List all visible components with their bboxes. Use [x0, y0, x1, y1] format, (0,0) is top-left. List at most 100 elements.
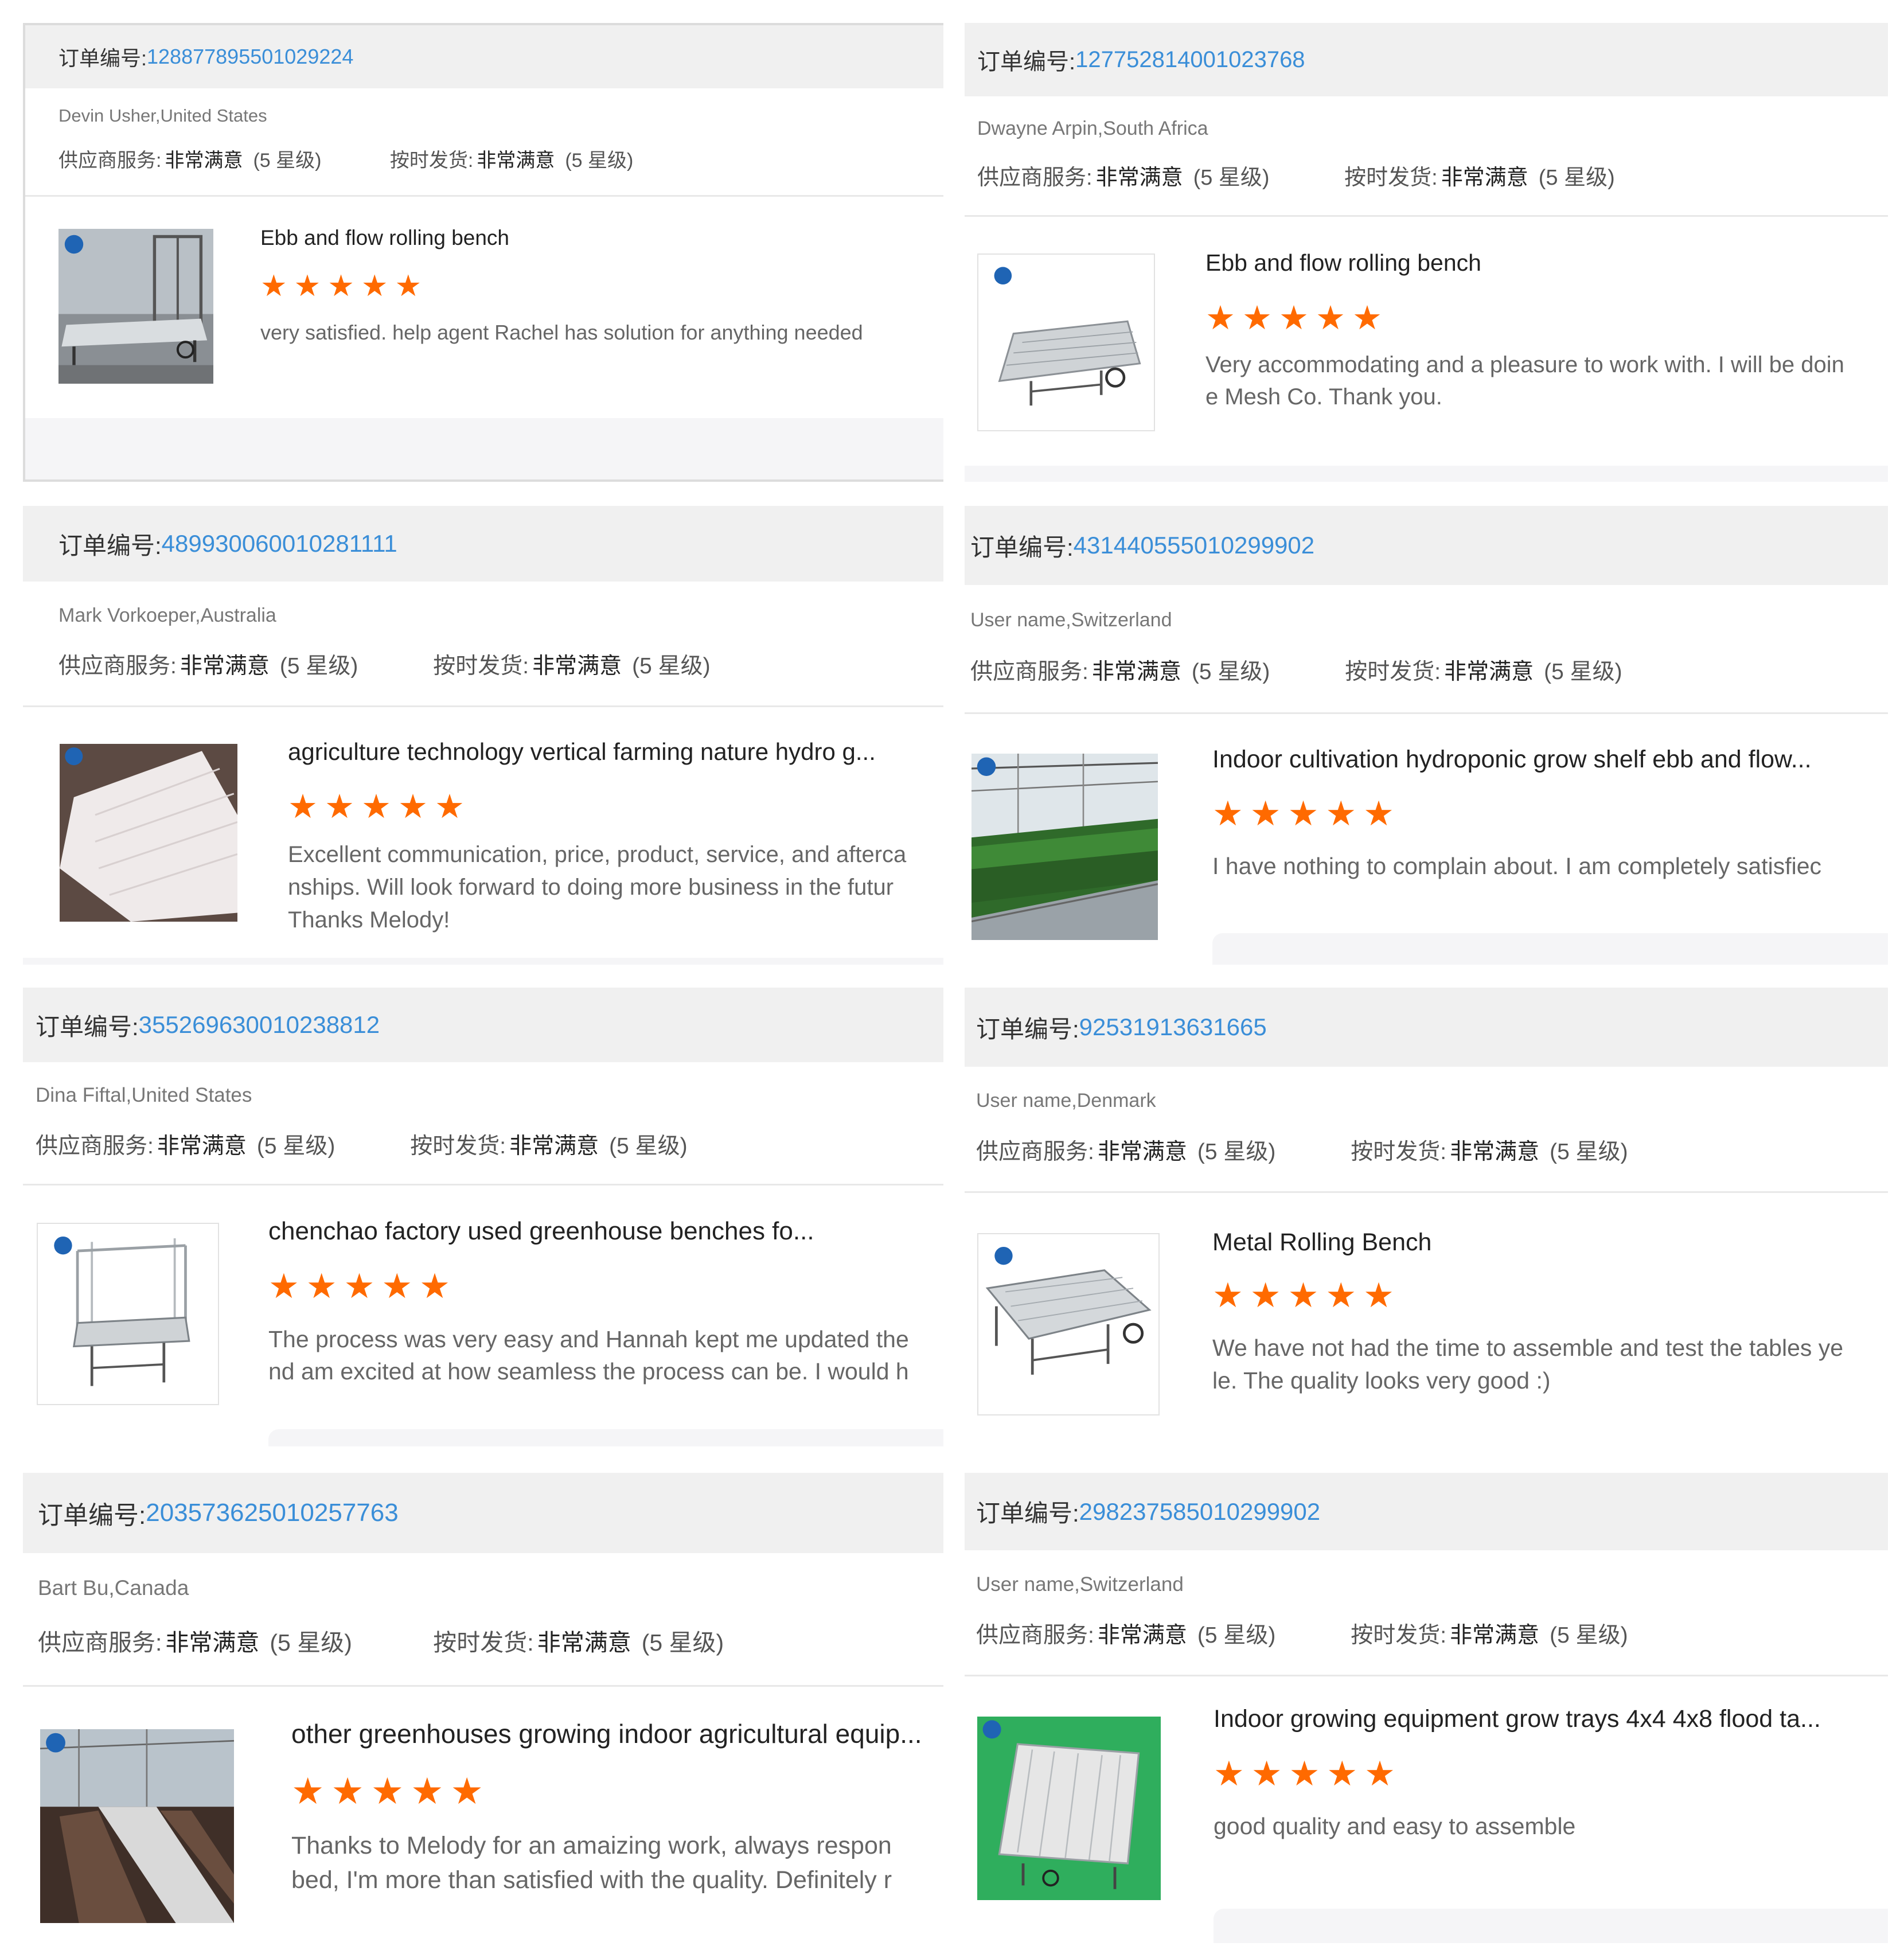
supplier-service-level: (5 星级)	[1193, 166, 1270, 190]
product-title-link[interactable]: Metal Rolling Bench	[1212, 1228, 1872, 1257]
divider	[965, 215, 1888, 217]
review-comment: very satisfied. help agent Rachel has so…	[260, 317, 943, 349]
ontime-value: 非常满意	[1450, 1623, 1540, 1648]
product-title-link[interactable]: Indoor growing equipment grow trays 4x4 …	[1214, 1705, 1873, 1733]
comment-line: le. The quality looks very good :)	[1212, 1367, 1551, 1394]
ontime-value: 非常满意	[1450, 1140, 1540, 1164]
order-number-link[interactable]: 431440555010299902	[1074, 532, 1314, 559]
order-number-link[interactable]: 203573625010257763	[146, 1499, 398, 1527]
comment-line: Very accommodating and a pleasure to wor…	[1205, 352, 1844, 377]
supplier-service-label: 供应商服务:	[970, 660, 1088, 684]
buyer-name: Dwayne Arpin,South Africa	[977, 118, 1208, 139]
comment-line: We have not had the time to assemble and…	[1212, 1335, 1844, 1361]
supplier-service-level: (5 星级)	[1197, 1140, 1276, 1164]
ontime-level: (5 星级)	[565, 150, 634, 171]
supplier-service-value: 非常满意	[165, 1629, 260, 1656]
rolling-bench-photo-icon	[58, 229, 213, 384]
order-label: 订单编号:	[36, 1013, 139, 1040]
ontime-value: 非常满意	[532, 654, 622, 678]
supplier-service-level: (5 星级)	[253, 150, 322, 171]
order-number-link[interactable]: 355269630010238812	[139, 1011, 380, 1039]
reply-strip	[23, 958, 943, 965]
supplier-service-value: 非常满意	[165, 150, 243, 171]
order-header: 订单编号: 355269630010238812	[23, 988, 943, 1062]
star-rating: ★★★★★	[1212, 1276, 1401, 1315]
supplier-service-label: 供应商服务:	[58, 654, 177, 678]
ontime-label: 按时发货:	[410, 1134, 506, 1159]
product-title-link[interactable]: agriculture technology vertical farming …	[288, 738, 930, 766]
ontime-label: 按时发货:	[433, 1629, 534, 1656]
review-card: 订单编号: 92531913631665 User name,Denmark 供…	[965, 988, 1888, 1446]
product-title-link[interactable]: Ebb and flow rolling bench	[260, 226, 926, 250]
review-comment: good quality and easy to assemble	[1214, 1810, 1888, 1843]
review-card: 订单编号: 431440555010299902 User name,Switz…	[965, 506, 1888, 965]
supplier-service-label: 供应商服务:	[36, 1134, 154, 1159]
product-thumbnail[interactable]	[58, 229, 213, 384]
rating-row: 供应商服务: 非常满意 (5 星级) 按时发货: 非常满意 (5 星级)	[976, 1134, 1628, 1166]
ontime-label: 按时发货:	[1345, 660, 1441, 684]
order-number-link[interactable]: 127752814001023768	[1075, 47, 1305, 73]
product-title-link[interactable]: Indoor cultivation hydroponic grow shelf…	[1212, 746, 1872, 774]
ontime-label: 按时发货:	[1351, 1140, 1447, 1164]
product-thumbnail[interactable]	[60, 744, 237, 922]
supplier-service-value: 非常满意	[1095, 166, 1183, 190]
ontime-value: 非常满意	[509, 1134, 599, 1159]
bench-frame-product-icon	[38, 1224, 218, 1404]
comment-line: nd am excited at how seamless the proces…	[268, 1358, 909, 1384]
order-number-link[interactable]: 128877895501029224	[147, 45, 353, 69]
order-header: 订单编号: 92531913631665	[965, 988, 1888, 1067]
white-tray-photo-icon	[60, 744, 237, 922]
ontime-label: 按时发货:	[433, 654, 529, 678]
order-label: 订单编号:	[976, 1015, 1079, 1043]
product-thumbnail[interactable]	[977, 1717, 1161, 1900]
order-number-link[interactable]: 92531913631665	[1079, 1013, 1267, 1041]
supplier-service-level: (5 星级)	[1197, 1623, 1276, 1648]
product-thumbnail[interactable]	[37, 1223, 219, 1405]
product-title-link[interactable]: other greenhouses growing indoor agricul…	[291, 1718, 928, 1749]
review-comment: We have not had the time to assemble and…	[1212, 1332, 1888, 1397]
reply-strip	[25, 418, 943, 479]
greenhouse-seedlings-photo-icon	[971, 754, 1158, 940]
review-comment: Excellent communication, price, product,…	[288, 838, 943, 937]
ontime-level: (5 星级)	[632, 654, 711, 678]
ontime-level: (5 星级)	[1550, 1623, 1628, 1648]
supplier-service-value: 非常满意	[1097, 1140, 1187, 1164]
review-comment: Very accommodating and a pleasure to wor…	[1205, 349, 1888, 413]
order-label: 订单编号:	[58, 46, 147, 70]
comment-line: The process was very easy and Hannah kep…	[268, 1326, 909, 1352]
order-number-link[interactable]: 489930060010281111	[162, 530, 397, 557]
metal-rolling-bench-product-icon	[978, 1234, 1158, 1414]
product-title-link[interactable]: chenchao factory used greenhouse benches…	[268, 1217, 928, 1246]
review-card: 订单编号: 355269630010238812 Dina Fiftal,Uni…	[23, 988, 943, 1446]
ontime-label: 按时发货:	[1344, 166, 1438, 190]
supplier-service-value: 非常满意	[1091, 660, 1181, 684]
divider	[25, 195, 943, 197]
star-rating: ★★★★★	[288, 788, 471, 825]
product-thumbnail[interactable]	[40, 1729, 234, 1923]
star-rating: ★★★★★	[1214, 1754, 1402, 1793]
order-header: 订单编号: 431440555010299902	[965, 506, 1888, 585]
rating-row: 供应商服务: 非常满意 (5 星级) 按时发货: 非常满意 (5 星级)	[36, 1128, 688, 1160]
order-label: 订单编号:	[976, 1500, 1079, 1527]
review-comment: The process was very easy and Hannah kep…	[268, 1323, 943, 1387]
product-title-link[interactable]: Ebb and flow rolling bench	[1205, 249, 1876, 276]
ontime-level: (5 星级)	[1544, 660, 1622, 684]
reply-strip	[268, 1429, 943, 1446]
comment-line: nships. Will look forward to doing more …	[288, 875, 894, 900]
star-rating: ★★★★★	[268, 1267, 457, 1305]
product-thumbnail[interactable]	[977, 253, 1155, 431]
order-number-link[interactable]: 298237585010299902	[1079, 1498, 1320, 1526]
review-card: 订单编号: 489930060010281111 Mark Vorkoeper,…	[23, 506, 943, 965]
ontime-label: 按时发货:	[389, 150, 474, 171]
comment-line: Excellent communication, price, product,…	[288, 842, 907, 867]
star-rating: ★★★★★	[291, 1770, 490, 1812]
supplier-service-level: (5 星级)	[279, 654, 358, 678]
product-thumbnail[interactable]	[977, 1233, 1160, 1415]
divider	[965, 1675, 1888, 1676]
divider	[965, 712, 1888, 714]
divider	[965, 1191, 1888, 1193]
ontime-label: 按时发货:	[1351, 1623, 1447, 1648]
product-thumbnail[interactable]	[971, 754, 1158, 940]
star-rating: ★★★★★	[1205, 299, 1389, 337]
order-header: 订单编号: 128877895501029224	[25, 25, 943, 88]
